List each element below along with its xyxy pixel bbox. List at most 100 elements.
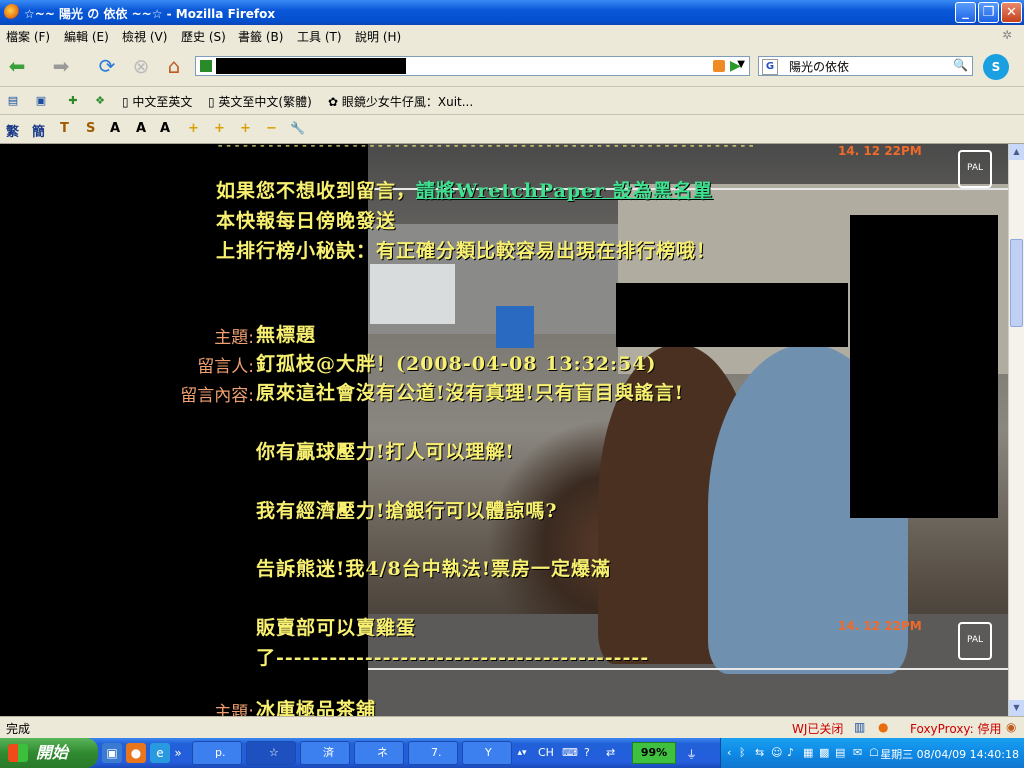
bookmark-manager-icon[interactable]: ▣	[34, 94, 48, 108]
tray-counter-icon[interactable]: ▤	[835, 746, 845, 759]
bookmark-item-xuit[interactable]: ✿ 眼鏡少女牛仔風：Xuit...	[328, 93, 473, 110]
tray-bluetooth-icon[interactable]: ᛒ	[739, 746, 746, 759]
t-button[interactable]: T	[60, 121, 69, 136]
language-indicator[interactable]: CH	[538, 746, 554, 759]
photo-logo-bottom-icon: PAL	[958, 622, 992, 660]
plus-icon[interactable]: +	[188, 121, 199, 136]
newsletter-schedule-text: 本快報每日傍晚發送	[216, 210, 397, 232]
quicklaunch-desktop-icon[interactable]: ▣	[102, 743, 122, 763]
traditional-chinese-button[interactable]: 繁	[6, 121, 19, 140]
tray-app-icon[interactable]: ▩	[819, 746, 829, 759]
task-button[interactable]: Y	[462, 741, 512, 765]
post-body-line: 告訴熊迷!我4/8台中執法!票房一定爆滿	[256, 558, 612, 580]
plus-s-icon[interactable]: +	[240, 121, 251, 136]
throbber-icon: ✲	[1002, 28, 1013, 42]
unsubscribe-line: 如果您不想收到留言，請將WretchPaper 設為黑名單	[216, 180, 713, 202]
author-label: 留言人:	[197, 357, 254, 377]
url-bar[interactable]: ▼	[195, 56, 750, 76]
close-button[interactable]: ✕	[1001, 2, 1022, 23]
addon-icon[interactable]: ◉	[1006, 720, 1016, 734]
help-icon[interactable]: ?	[584, 746, 590, 759]
google-icon[interactable]: G	[762, 59, 778, 75]
task-button[interactable]: ネ	[354, 741, 404, 765]
skype-icon[interactable]: S	[983, 54, 1009, 80]
settings-wrench-icon[interactable]: 🔧	[290, 121, 305, 135]
navigation-toolbar: ⬅ ➡ ⟳ ⊗ ⌂ ▼ ▶ G 🔍 S	[0, 46, 1024, 87]
scroll-up-icon[interactable]: ▲	[1009, 144, 1024, 160]
menu-view[interactable]: 檢視 (V)	[122, 28, 167, 45]
vertical-scrollbar[interactable]: ▲ ▼	[1008, 144, 1024, 716]
page-info-icon[interactable]: ▥	[854, 720, 865, 734]
menu-file[interactable]: 檔案 (F)	[6, 28, 50, 45]
font-smaller-button[interactable]: A	[136, 121, 146, 136]
quicklaunch-more-icon[interactable]: »	[172, 743, 184, 763]
quicklaunch-firefox-icon[interactable]: ●	[126, 743, 146, 763]
menu-bookmarks[interactable]: 書籤 (B)	[238, 28, 283, 45]
taskbar: 開始 ▣ ● e » p. ☆ 済 ネ 7. Y ▴▾ CH ⌨ ? ⇄ 99%…	[0, 738, 1024, 768]
post-subject: 冰庫極品茶舖	[256, 699, 377, 716]
bookmark-folder-icon[interactable]: ❖	[93, 94, 107, 108]
search-icon[interactable]: 🔍	[953, 58, 968, 72]
wj-status[interactable]: WJ已关闭	[792, 720, 843, 737]
reload-icon[interactable]: ⟳	[94, 53, 120, 79]
post-body-line: 你有贏球壓力!打人可以理解!	[256, 441, 515, 463]
blacklist-link[interactable]: 請將WretchPaper 設為黑名單	[416, 180, 713, 202]
menu-tools[interactable]: 工具 (T)	[297, 28, 342, 45]
s-button[interactable]: S	[86, 121, 95, 136]
font-reset-button[interactable]: A	[160, 121, 170, 136]
menu-help[interactable]: 說明 (H)	[355, 28, 401, 45]
plus-t-icon[interactable]: +	[214, 121, 225, 136]
add-bookmark-icon[interactable]: ✚	[66, 94, 80, 108]
task-button[interactable]: 7.	[408, 741, 458, 765]
tray-network-icon[interactable]: ⇆	[755, 746, 764, 759]
scroll-down-icon[interactable]: ▼	[1009, 700, 1024, 716]
separator-line: ----------------------------------------…	[216, 144, 756, 154]
menu-edit[interactable]: 編輯 (E)	[64, 28, 109, 45]
tray-volume-icon[interactable]: ♪	[787, 746, 794, 759]
rss-feed-icon[interactable]	[713, 60, 725, 72]
tray-messenger-icon[interactable]: ☺	[771, 746, 782, 759]
body-label: 留言內容:	[180, 386, 254, 406]
conversion-toolbar: 繁 簡 T S A A A + + + − 🔧	[0, 115, 1024, 144]
task-button-active[interactable]: ☆	[246, 741, 296, 765]
keyboard-icon[interactable]: ⌨	[562, 746, 578, 759]
firefox-status-icon[interactable]: ●	[878, 720, 888, 734]
tray-chat-icon[interactable]: ✉	[853, 746, 862, 759]
font-larger-button[interactable]: A	[110, 121, 120, 136]
ime-icon[interactable]: ⇄	[606, 746, 615, 759]
quicklaunch-ie-icon[interactable]: e	[150, 743, 170, 763]
bookmarks-sidebar-icon[interactable]: ▤	[6, 94, 20, 108]
menu-bar: 檔案 (F) 編輯 (E) 檢視 (V) 歷史 (S) 書籤 (B) 工具 (T…	[0, 25, 1024, 46]
minus-icon[interactable]: −	[266, 121, 277, 136]
subject-label: 主題:	[214, 328, 254, 348]
maximize-button[interactable]: ❐	[978, 2, 999, 23]
tray-expand-icon[interactable]: ‹	[727, 746, 731, 759]
status-text: 完成	[6, 722, 31, 736]
post-body-line: 我有經濟壓力!搶銀行可以體諒嗎?	[256, 500, 558, 522]
back-icon[interactable]: ⬅	[4, 53, 30, 79]
photo-logo-icon: PAL	[958, 150, 992, 188]
bookmark-item-zh-en[interactable]: ▯ 中文至英文	[122, 93, 192, 110]
clock[interactable]: 星期三 08/04/09 14:40:18	[880, 746, 1019, 762]
menu-history[interactable]: 歷史 (S)	[181, 28, 226, 45]
task-button[interactable]: p.	[192, 741, 242, 765]
go-icon[interactable]: ▶	[730, 58, 741, 74]
taskbar-scroll-icon[interactable]: ▴▾	[516, 743, 528, 763]
stop-icon[interactable]: ⊗	[128, 53, 154, 79]
battery-indicator[interactable]: 99%	[632, 742, 676, 764]
scroll-thumb[interactable]	[1010, 239, 1023, 327]
forward-icon[interactable]: ➡	[48, 53, 74, 79]
post-body-line: 了---------------------------------------…	[256, 647, 650, 669]
foxyproxy-status[interactable]: FoxyProxy: 停用	[910, 720, 1002, 737]
power-plug-icon[interactable]: ⏚	[686, 746, 697, 762]
minimize-button[interactable]: _	[955, 2, 976, 23]
search-input[interactable]	[789, 58, 944, 74]
task-button[interactable]: 済	[300, 741, 350, 765]
simplified-chinese-button[interactable]: 簡	[32, 121, 45, 140]
start-button[interactable]: 開始	[0, 738, 98, 768]
bookmark-item-en-zh[interactable]: ▯ 英文至中文(繁體)	[208, 93, 312, 110]
tray-info-icon[interactable]: ☖	[869, 746, 879, 759]
home-icon[interactable]: ⌂	[161, 53, 187, 79]
search-box[interactable]: G 🔍	[758, 56, 973, 76]
tray-security-icon[interactable]: ▦	[803, 746, 813, 759]
